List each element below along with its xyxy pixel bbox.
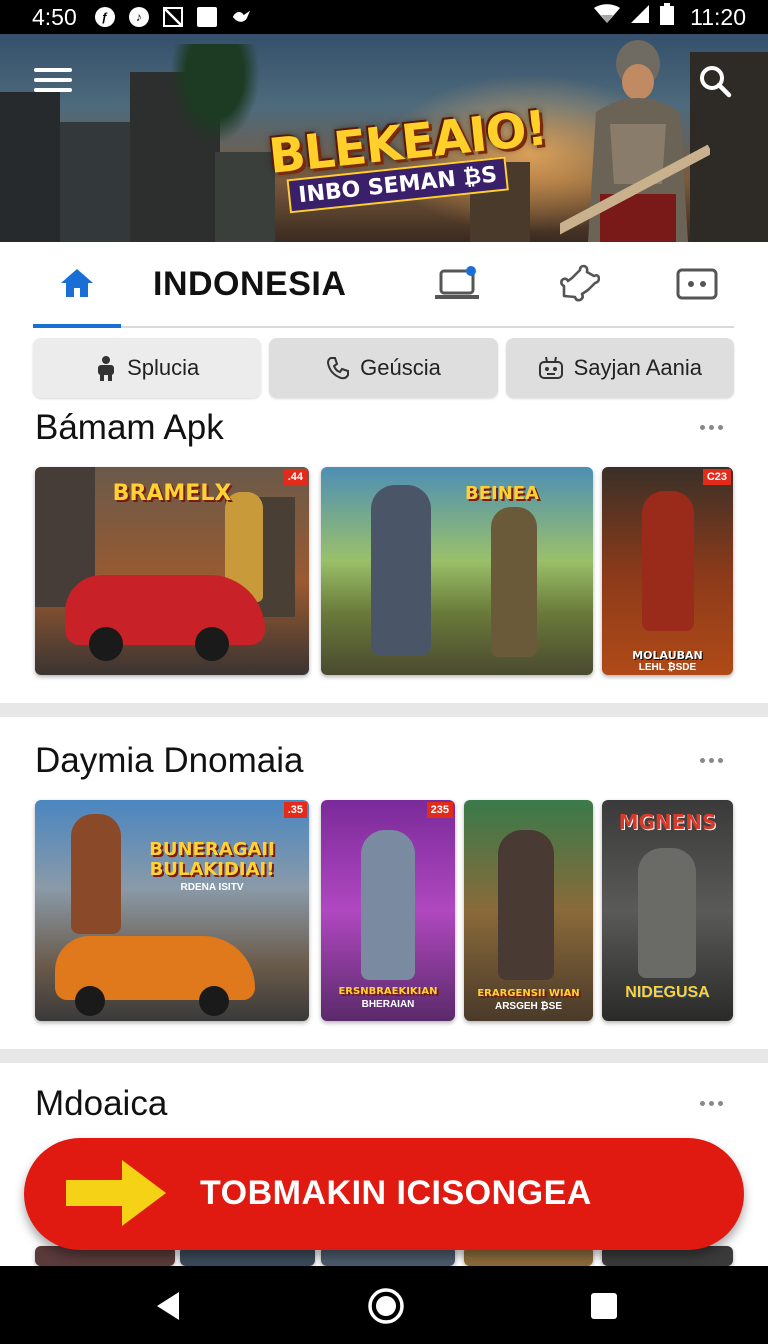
game-card[interactable]: BUNERAGAII BULAKIDIAI! RDENA ISITV .35 xyxy=(35,800,309,1021)
card-subtitle: LEHL ₿SDE xyxy=(638,662,697,673)
banner-palm xyxy=(170,44,260,144)
card-subtitle: ARSGEH ₿SE xyxy=(494,1001,563,1012)
game-card[interactable]: MGNENS NIDEGUSA xyxy=(602,800,733,1021)
card-character xyxy=(498,830,554,980)
card-badge: .35 xyxy=(283,802,307,818)
banner-soldier xyxy=(560,40,710,242)
banner-building xyxy=(60,122,130,242)
game-card[interactable]: ERARGENSII WIAN ARSGEH ₿SE xyxy=(464,800,593,1021)
menu-icon[interactable] xyxy=(34,68,72,98)
chat-icon xyxy=(676,268,718,300)
phone-icon xyxy=(327,357,350,380)
tab-home[interactable] xyxy=(33,242,121,328)
search-icon[interactable] xyxy=(698,64,732,98)
hero-banner[interactable]: BLEKEAIO! INBO SEMAN ₿S xyxy=(0,34,768,242)
more-options-icon[interactable] xyxy=(700,422,728,432)
status-bar: 4:50 ƒ ♪ 11:20 xyxy=(0,0,768,34)
game-card[interactable]: MOLAUBAN LEHL ₿SDE C23 xyxy=(602,467,733,675)
card-wheel xyxy=(75,986,105,1016)
wifi-icon xyxy=(594,4,621,30)
section-divider xyxy=(0,703,768,717)
tab-chat[interactable] xyxy=(669,242,725,326)
card-character xyxy=(642,491,694,631)
status-right: 11:20 xyxy=(594,3,746,31)
battery-icon xyxy=(660,3,675,31)
card-character xyxy=(371,485,431,655)
chip-label: Splucia xyxy=(127,355,200,380)
status-clock: 11:20 xyxy=(690,3,746,30)
tab-laptop[interactable] xyxy=(429,242,485,326)
chip-sayjan-aania[interactable]: Sayjan Aania xyxy=(505,338,734,398)
card-character xyxy=(71,814,121,934)
cell-signal-icon xyxy=(630,4,650,30)
more-options-icon[interactable] xyxy=(700,1098,728,1108)
banner-building xyxy=(215,152,275,242)
message-icon xyxy=(196,7,217,27)
card-title: ERSNBRAEKIKIAN xyxy=(338,986,438,997)
home-icon xyxy=(61,269,93,297)
section-title: Daymia Dnomaia xyxy=(35,741,304,780)
card-subtitle: NIDEGUSA xyxy=(625,984,710,1001)
chip-splucia[interactable]: Splucia xyxy=(33,338,262,398)
card-title: MOLAUBAN xyxy=(632,649,703,662)
card-badge: 235 xyxy=(426,802,453,818)
arrow-right-icon xyxy=(66,1160,166,1226)
tab-puzzle[interactable] xyxy=(551,242,607,326)
card-wheel xyxy=(89,627,123,661)
card-wheel xyxy=(199,986,229,1016)
game-card[interactable]: BEINEA xyxy=(321,467,593,675)
card-character xyxy=(361,830,415,980)
filter-chips: Splucia Geúscia Sayjan Aania xyxy=(33,338,734,398)
laptop-icon xyxy=(435,266,479,299)
game-card[interactable]: ERSNBRAEKIKIAN BHERAIAN 235 xyxy=(321,800,455,1021)
card-wheel xyxy=(195,627,229,661)
banner-building xyxy=(0,92,60,242)
bird-icon xyxy=(231,7,251,27)
download-button[interactable]: TOBMAKIN ICISONGEA xyxy=(24,1138,744,1250)
card-title: MGNENS xyxy=(618,810,717,834)
recents-icon[interactable] xyxy=(584,1286,624,1326)
download-button-label: TOBMAKIN ICISONGEA xyxy=(200,1174,592,1212)
no-signal-icon xyxy=(162,7,183,27)
card-title: BRAMELX xyxy=(112,481,232,506)
card-subtitle: RDENA ISITV xyxy=(180,882,244,893)
card-title: BUNERAGAII BULAKIDIAI! xyxy=(149,839,275,880)
tiktok-icon: ♪ xyxy=(128,7,149,27)
card-title: ERARGENSII WIAN xyxy=(477,988,580,999)
card-subtitle: BHERAIAN xyxy=(361,999,415,1010)
person-icon xyxy=(98,356,115,381)
chip-label: Geúscia xyxy=(360,355,441,380)
more-options-icon[interactable] xyxy=(700,755,728,765)
notification-icon: ƒ xyxy=(94,7,115,27)
chip-geuscia[interactable]: Geúscia xyxy=(269,338,498,398)
card-character xyxy=(638,848,696,978)
game-card[interactable]: BRAMELX .44 xyxy=(35,467,309,675)
card-title: BEINEA xyxy=(464,483,539,504)
system-nav-bar xyxy=(0,1266,768,1344)
status-time: 4:50 xyxy=(32,3,77,30)
section-divider xyxy=(0,1049,768,1063)
card-badge: C23 xyxy=(702,469,731,485)
back-icon[interactable] xyxy=(148,1286,188,1326)
robot-icon xyxy=(538,356,563,379)
section-title: Mdoaica xyxy=(35,1084,168,1123)
card-character xyxy=(491,507,537,657)
tab-bar: INDONESIA xyxy=(33,242,734,328)
puzzle-icon xyxy=(560,264,600,302)
section-title: Bámam Apk xyxy=(35,408,224,447)
card-badge: .44 xyxy=(283,469,307,485)
home-nav-icon[interactable] xyxy=(366,1286,406,1326)
chip-label: Sayjan Aania xyxy=(573,355,703,380)
tab-indonesia[interactable]: INDONESIA xyxy=(153,242,403,326)
